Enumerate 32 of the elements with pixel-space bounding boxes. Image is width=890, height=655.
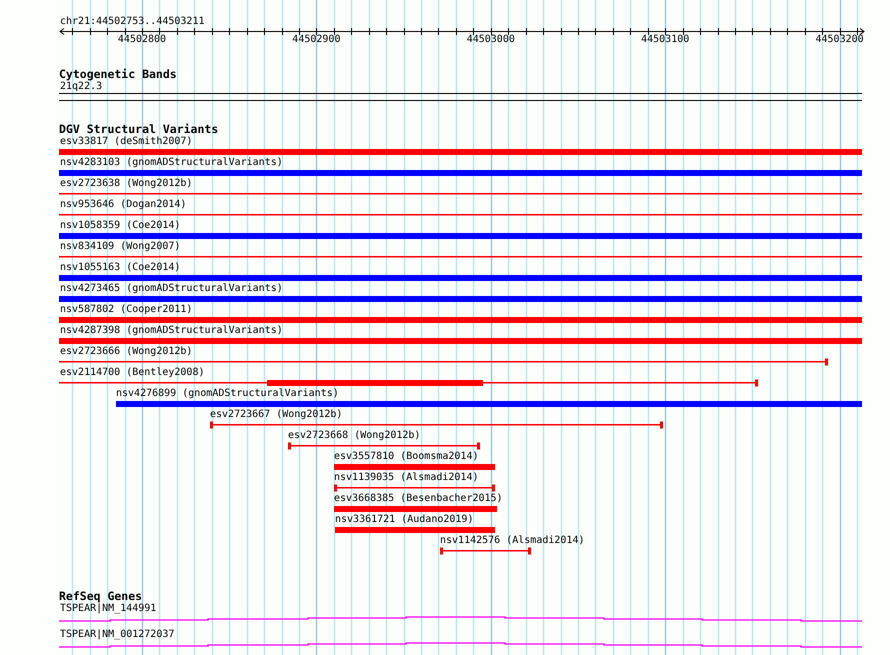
tick-label: 44502900 xyxy=(291,34,342,46)
tick-label: 44503100 xyxy=(640,34,690,46)
feature-label: TSPEAR|NM_001272037 xyxy=(60,629,174,640)
feature-label: esv2114700 (Bentley2008) xyxy=(60,367,204,378)
feature-label: nsv4273465 (gnomADStructuralVariants) xyxy=(60,283,283,294)
feature-label: nsv834109 (Wong2007) xyxy=(60,241,180,252)
tick-label: 44503000 xyxy=(466,34,516,46)
feature-label: esv2723667 (Wong2012b) xyxy=(210,409,342,420)
feature-label: nsv587802 (Cooper2011) xyxy=(60,304,192,315)
feature-label: esv3557810 (Boomsma2014) xyxy=(334,451,478,462)
feature-label: esv2723666 (Wong2012b) xyxy=(60,346,192,357)
feature-label: nsv4287398 (gnomADStructuralVariants) xyxy=(60,325,283,336)
feature-label: nsv1139035 (Alsmadi2014) xyxy=(334,472,478,483)
feature-label: nsv1055163 (Coe2014) xyxy=(60,262,180,273)
location-label: chr21:44502753..44503211 xyxy=(60,15,204,28)
feature-label: nsv3361721 (Audano2019) xyxy=(335,514,474,525)
track-title: DGV Structural Variants xyxy=(59,123,218,135)
feature-label: nsv4276899 (gnomADStructuralVariants) xyxy=(116,388,339,399)
feature-label: 21q22.3 xyxy=(60,81,102,92)
feature-label: esv2723668 (Wong2012b) xyxy=(288,430,420,441)
feature-label: nsv953646 (Dogan2014) xyxy=(60,199,186,210)
feature-label: nsv1058359 (Coe2014) xyxy=(60,220,180,231)
track-title: Cytogenetic Bands xyxy=(59,68,177,80)
feature-label: nsv4283103 (gnomADStructuralVariants) xyxy=(60,157,283,168)
tick-label: 44502800 xyxy=(116,34,168,46)
tick-label: 44503200 xyxy=(814,34,865,46)
feature-label: esv2723638 (Wong2012b) xyxy=(60,178,192,189)
track-title: RefSeq Genes xyxy=(59,590,142,602)
feature-label: esv3668385 (Besenbacher2015) xyxy=(334,493,503,504)
feature-label: nsv1142576 (Alsmadi2014) xyxy=(440,535,584,546)
feature-label: TSPEAR|NM_144991 xyxy=(60,603,156,614)
feature-label: esv33817 (deSmith2007) xyxy=(60,136,192,147)
